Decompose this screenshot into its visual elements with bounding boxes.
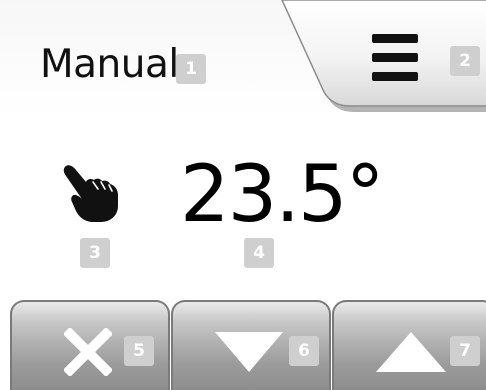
thermostat-screen: Manual 1 2 3 23.5° 4 5 6 7 (0, 0, 486, 390)
temperature-readout: 23.5° (180, 150, 385, 240)
cancel-badge: 5 (124, 336, 154, 366)
decrease-button[interactable]: 6 (171, 300, 331, 390)
temperature-badge: 4 (244, 238, 274, 268)
decrease-badge: 6 (289, 336, 319, 366)
menu-badge: 2 (450, 46, 480, 76)
close-x-icon (64, 328, 112, 376)
mode-badge: 1 (176, 54, 206, 84)
hand-pointer-icon (63, 165, 118, 222)
down-triangle-icon (215, 332, 283, 372)
menu-button[interactable]: 2 (280, 0, 486, 112)
increase-badge: 7 (450, 336, 480, 366)
mode-label: Manual (40, 42, 179, 87)
hamburger-menu-icon (372, 34, 418, 84)
cancel-button[interactable]: 5 (10, 300, 170, 390)
up-triangle-icon (376, 332, 446, 372)
increase-button[interactable]: 7 (332, 300, 486, 390)
mode-icon-badge: 3 (80, 238, 110, 268)
